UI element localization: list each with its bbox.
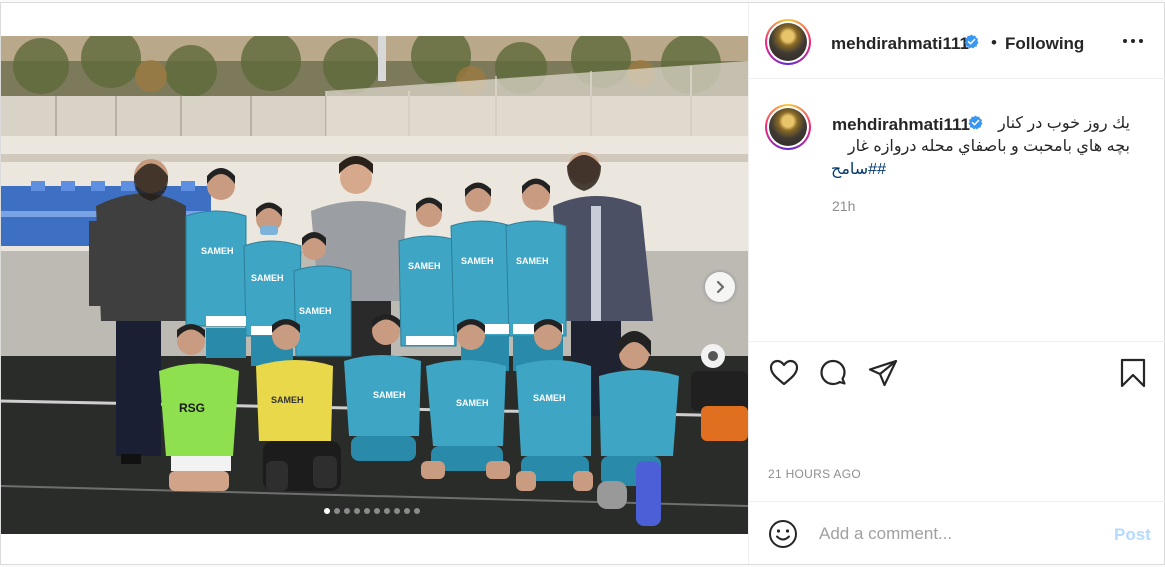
actions-divider xyxy=(749,341,1165,342)
carousel-dot xyxy=(323,508,330,514)
bookmark-icon[interactable] xyxy=(1117,357,1149,389)
post-card: SAMEH SAMEH SAMEH SAMEH SAMEH SAMEH RSG xyxy=(0,2,1165,565)
caption-time[interactable]: 21h xyxy=(832,198,855,214)
smiley-icon[interactable] xyxy=(768,519,798,549)
following-button[interactable]: Following xyxy=(1005,34,1084,54)
post-header: mehdirahmati111 • Following xyxy=(749,3,1165,79)
comment-icon[interactable] xyxy=(817,357,849,389)
jersey-text: SAMEH xyxy=(271,395,304,405)
username-link[interactable]: mehdirahmati111 xyxy=(831,34,969,54)
jersey-text: SAMEH xyxy=(299,306,332,316)
carousel-dot xyxy=(343,508,350,514)
avatar[interactable] xyxy=(765,104,811,150)
comment-input[interactable] xyxy=(819,522,1089,546)
carousel-dot xyxy=(353,508,360,514)
jersey-text: SAMEH xyxy=(373,390,406,400)
heart-icon[interactable] xyxy=(768,357,800,389)
media-area: SAMEH SAMEH SAMEH SAMEH SAMEH SAMEH RSG xyxy=(1,3,748,564)
carousel-indicator xyxy=(1,508,745,514)
carousel-dot xyxy=(333,508,340,514)
caption-text-line: يك روز خوب در كنار xyxy=(997,115,1130,132)
chevron-right-icon xyxy=(716,280,725,294)
paper-plane-icon[interactable] xyxy=(867,357,899,389)
jersey-text: SAMEH xyxy=(408,261,441,271)
hashtag-link[interactable]: ##سامح xyxy=(831,159,886,179)
caption-username-link[interactable]: mehdirahmati111 xyxy=(832,115,970,135)
caption-text-line: بچه هاي بامحبت و باصفاي محله دروازه غار xyxy=(847,138,1130,155)
carousel-next-button[interactable] xyxy=(705,272,735,302)
verified-badge-icon xyxy=(964,34,979,49)
verified-badge-icon xyxy=(968,115,983,130)
jersey-text: SAMEH xyxy=(201,246,234,256)
carousel-dot xyxy=(403,508,410,514)
carousel-dot xyxy=(383,508,390,514)
jersey-text: SAMEH xyxy=(456,398,489,408)
comment-bar: Post xyxy=(749,501,1165,564)
jersey-text: SAMEH xyxy=(516,256,549,266)
more-options-icon[interactable] xyxy=(1121,33,1145,49)
post-comment-button[interactable]: Post xyxy=(1114,525,1151,545)
post-timestamp[interactable]: 21 HOURS AGO xyxy=(768,467,861,481)
jersey-text: SAMEH xyxy=(251,273,284,283)
post-side-panel: mehdirahmati111 • Following mehdirahmati… xyxy=(748,3,1165,564)
carousel-dot xyxy=(413,508,420,514)
team-photo: SAMEH SAMEH SAMEH SAMEH SAMEH SAMEH RSG xyxy=(1,36,748,534)
carousel-dot xyxy=(363,508,370,514)
carousel-dot xyxy=(373,508,380,514)
post-photo[interactable]: SAMEH SAMEH SAMEH SAMEH SAMEH SAMEH RSG xyxy=(1,36,748,534)
shirt-text: RSG xyxy=(179,401,205,415)
carousel-dot xyxy=(393,508,400,514)
separator-dot: • xyxy=(991,33,997,52)
jersey-text: SAMEH xyxy=(533,393,566,403)
jersey-text: SAMEH xyxy=(461,256,494,266)
avatar[interactable] xyxy=(765,19,811,65)
